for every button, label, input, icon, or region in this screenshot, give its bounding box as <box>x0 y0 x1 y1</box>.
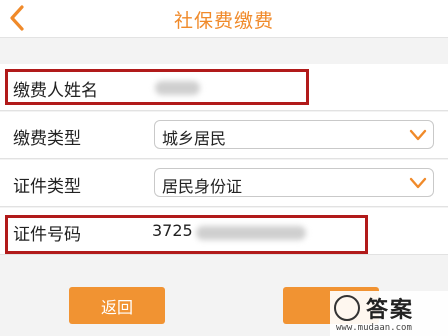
id-number-value: 3725 <box>152 221 193 240</box>
pay-type-value: 城乡居民 <box>162 129 227 148</box>
page-title: 社保费缴费 <box>173 10 274 32</box>
id-type-label: 证件类型 <box>13 177 81 197</box>
payer-name-row: 缴费人姓名 <box>0 64 448 111</box>
id-number-row: 证件号码 3725 <box>0 208 448 255</box>
pay-type-label: 缴费类型 <box>13 129 81 149</box>
pay-type-row: 缴费类型 城乡居民 <box>0 112 448 159</box>
watermark: 答案 www.mudaan.com <box>330 291 448 336</box>
payer-name-label: 缴费人姓名 <box>13 81 98 101</box>
watermark-logo-icon <box>334 295 360 321</box>
id-type-select[interactable]: 居民身份证 <box>154 168 434 197</box>
back-return-button[interactable]: 返回 <box>69 287 165 324</box>
watermark-url: www.mudaan.com <box>336 323 412 333</box>
chevron-down-icon <box>409 175 427 194</box>
id-type-row: 证件类型 居民身份证 <box>0 160 448 207</box>
id-number-label: 证件号码 <box>13 225 81 245</box>
id-number-redacted <box>196 226 306 240</box>
watermark-text: 答案 <box>366 298 415 323</box>
payer-name-redacted <box>155 81 200 95</box>
chevron-down-icon <box>409 127 427 146</box>
id-type-value: 居民身份证 <box>162 177 243 196</box>
pay-type-select[interactable]: 城乡居民 <box>154 120 434 149</box>
app-header: 社保费缴费 <box>0 0 448 38</box>
